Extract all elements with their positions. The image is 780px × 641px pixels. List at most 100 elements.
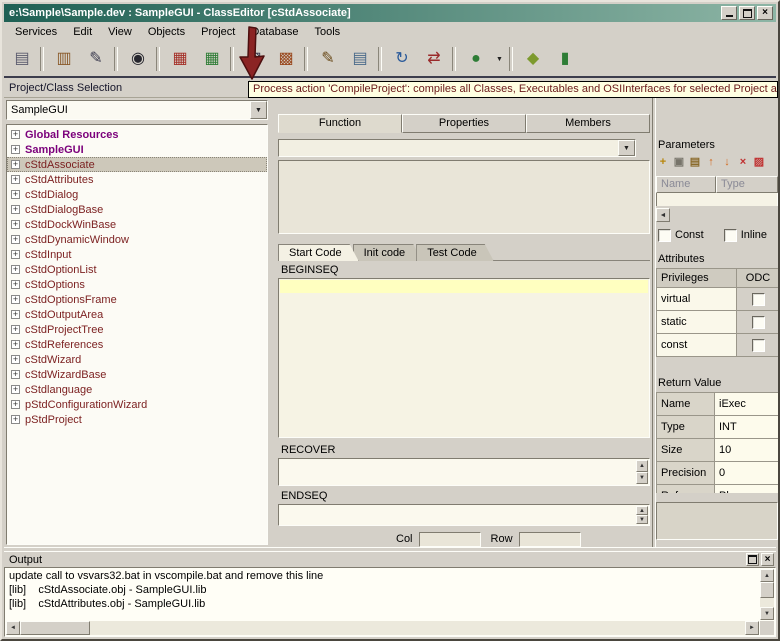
- expand-icon[interactable]: +: [11, 130, 20, 139]
- delete-parameter-button[interactable]: ×: [736, 154, 750, 169]
- move-down-button[interactable]: ↓: [720, 154, 734, 169]
- scroll-down-icon[interactable]: ▼: [636, 472, 648, 484]
- restore-button[interactable]: [739, 6, 755, 20]
- endseq-editor[interactable]: ▲ ▼: [278, 504, 650, 526]
- row-input[interactable]: [519, 532, 581, 547]
- recover-scrollbar[interactable]: ▲ ▼: [636, 460, 648, 484]
- output-line[interactable]: update call to vsvars32.bat in vscompile…: [6, 569, 759, 583]
- editor-button[interactable]: ✎: [82, 46, 110, 73]
- tree-item-cstdoptionsframe[interactable]: +cStdOptionsFrame: [7, 292, 267, 307]
- return-value[interactable]: 0: [715, 462, 780, 484]
- scroll-thumb[interactable]: [20, 621, 90, 635]
- tree-item-cstddynamicwindow[interactable]: +cStdDynamicWindow: [7, 232, 267, 247]
- expand-icon[interactable]: +: [11, 280, 20, 289]
- scroll-thumb[interactable]: [760, 582, 774, 598]
- parameters-column-name[interactable]: Name: [656, 176, 716, 193]
- output-horizontal-scrollbar[interactable]: ◄ ►: [6, 621, 759, 635]
- scroll-down-icon[interactable]: ▼: [636, 515, 648, 524]
- expand-icon[interactable]: +: [11, 160, 20, 169]
- tree-item-samplegui[interactable]: +SampleGUI: [7, 142, 267, 157]
- project-selector-arrow-button[interactable]: ▼: [250, 101, 267, 119]
- scroll-left-button[interactable]: ◄: [6, 621, 20, 635]
- output-close-button[interactable]: ×: [761, 553, 774, 566]
- expand-icon[interactable]: +: [11, 415, 20, 424]
- paste-parameter-button[interactable]: ▤: [688, 154, 702, 169]
- expand-icon[interactable]: +: [11, 145, 20, 154]
- return-value[interactable]: 10: [715, 439, 780, 461]
- checkbox-const[interactable]: [752, 339, 765, 352]
- checkbox-static[interactable]: [752, 316, 765, 329]
- tree-item-cstddialog[interactable]: +cStdDialog: [7, 187, 267, 202]
- class-list-button[interactable]: ▤: [8, 46, 36, 73]
- expand-icon[interactable]: +: [11, 295, 20, 304]
- expand-icon[interactable]: +: [11, 190, 20, 199]
- expand-icon[interactable]: +: [11, 205, 20, 214]
- scroll-up-icon[interactable]: ▲: [636, 460, 648, 472]
- const-checkbox[interactable]: [658, 229, 671, 242]
- tree-item-cstdwizardbase[interactable]: +cStdWizardBase: [7, 367, 267, 382]
- scroll-up-button[interactable]: ▲: [760, 569, 774, 582]
- expand-icon[interactable]: +: [11, 220, 20, 229]
- copy-parameter-button[interactable]: ▣: [672, 154, 686, 169]
- expand-icon[interactable]: +: [11, 235, 20, 244]
- tab-properties[interactable]: Properties: [402, 114, 526, 133]
- tab-members[interactable]: Members: [526, 114, 650, 133]
- move-up-button[interactable]: ↑: [704, 154, 718, 169]
- tree-item-cstdattributes[interactable]: +cStdAttributes: [7, 172, 267, 187]
- parameters-scroll-left-button[interactable]: ◄: [656, 208, 670, 222]
- inline-checkbox[interactable]: [724, 229, 737, 242]
- export-button[interactable]: ▤: [346, 46, 374, 73]
- tree-item-cstddialogbase[interactable]: +cStdDialogBase: [7, 202, 267, 217]
- refresh-button[interactable]: ↻: [388, 46, 416, 73]
- output-line[interactable]: [lib] cStdAssociate.obj - SampleGUI.lib: [6, 583, 759, 597]
- checkbox-virtual[interactable]: [752, 293, 765, 306]
- beginseq-editor[interactable]: [278, 278, 650, 438]
- clear-parameters-button[interactable]: ▨: [752, 154, 766, 169]
- import-button[interactable]: ◆: [519, 46, 547, 73]
- return-value[interactable]: INT: [715, 416, 780, 438]
- function-selector[interactable]: ▼: [278, 139, 636, 157]
- scroll-right-button[interactable]: ►: [745, 621, 759, 635]
- tree-item-cstdoptionlist[interactable]: +cStdOptionList: [7, 262, 267, 277]
- expand-icon[interactable]: +: [11, 250, 20, 259]
- expand-icon[interactable]: +: [11, 310, 20, 319]
- scroll-up-icon[interactable]: ▲: [636, 506, 648, 515]
- caret-line[interactable]: [280, 280, 648, 293]
- expand-icon[interactable]: +: [11, 265, 20, 274]
- replace-button[interactable]: ⇄: [420, 46, 448, 73]
- menu-services[interactable]: Services: [7, 24, 65, 40]
- expand-icon[interactable]: +: [11, 400, 20, 409]
- status-button[interactable]: ▮: [551, 46, 579, 73]
- close-button[interactable]: ×: [757, 6, 773, 20]
- generate-code-button[interactable]: ✎: [314, 46, 342, 73]
- session-button[interactable]: ◉: [124, 46, 152, 73]
- expand-icon[interactable]: +: [11, 325, 20, 334]
- recover-editor[interactable]: ▲ ▼: [278, 458, 650, 486]
- output-line[interactable]: [lib] cStdAttributes.obj - SampleGUI.lib: [6, 597, 759, 611]
- return-value[interactable]: Pla: [715, 485, 780, 493]
- tree-item-cstdinput[interactable]: +cStdInput: [7, 247, 267, 262]
- expand-icon[interactable]: +: [11, 385, 20, 394]
- output-body[interactable]: update call to vsvars32.bat in vscompile…: [4, 567, 776, 637]
- code-tab-start-code[interactable]: Start Code: [278, 244, 359, 261]
- tree-item-cstdprojecttree[interactable]: +cStdProjectTree: [7, 322, 267, 337]
- code-tab-init-code[interactable]: Init code: [353, 244, 423, 261]
- menu-tools[interactable]: Tools: [306, 24, 348, 40]
- menu-edit[interactable]: Edit: [65, 24, 100, 40]
- tree-item-cstdoptions[interactable]: +cStdOptions: [7, 277, 267, 292]
- parameters-column-type[interactable]: Type: [716, 176, 778, 193]
- repository-button[interactable]: ▥: [50, 46, 78, 73]
- minimize-button[interactable]: [721, 6, 737, 20]
- return-value[interactable]: iExec: [715, 393, 780, 415]
- tree-item-cstddockwinbase[interactable]: +cStdDockWinBase: [7, 217, 267, 232]
- col-input[interactable]: [419, 532, 481, 547]
- expand-icon[interactable]: +: [11, 340, 20, 349]
- expand-icon[interactable]: +: [11, 175, 20, 184]
- title-bar[interactable]: e:\Sample\Sample.dev : SampleGUI - Class…: [4, 4, 776, 22]
- tree-item-global-resources[interactable]: +Global Resources: [7, 127, 267, 142]
- expand-icon[interactable]: +: [11, 355, 20, 364]
- scroll-down-button[interactable]: ▼: [760, 607, 774, 620]
- tree-item-cstdlanguage[interactable]: +cStdlanguage: [7, 382, 267, 397]
- build-project-button[interactable]: ▦: [166, 46, 194, 73]
- tree-item-cstdoutputarea[interactable]: +cStdOutputArea: [7, 307, 267, 322]
